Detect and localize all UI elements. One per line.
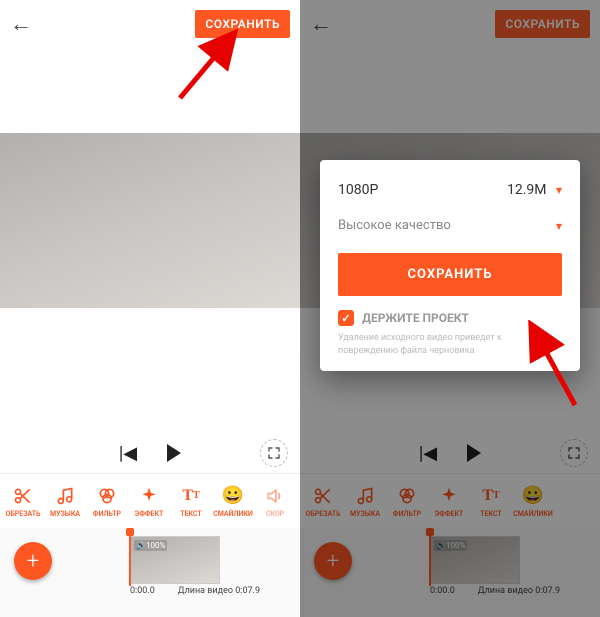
resolution-row[interactable]: 1080P 12.9M ▾ — [338, 182, 562, 198]
keep-project-label: ДЕРЖИТЕ ПРОЕКТ — [362, 311, 469, 325]
tool-filter[interactable]: ФИЛЬТР — [86, 485, 128, 518]
editor-screen-save-dialog: ← СОХРАНИТЬ |◀ ОБРЕЗАТЬ МУ — [300, 0, 600, 617]
tool-trim[interactable]: ОБРЕЗАТЬ — [2, 485, 44, 518]
tool-text[interactable]: TT ТЕКСТ — [170, 485, 212, 518]
scissors-icon — [12, 485, 34, 507]
resolution-value: 1080P — [338, 182, 378, 198]
tool-label: ОБРЕЗАТЬ — [306, 510, 341, 518]
add-clip-button: + — [314, 542, 352, 580]
video-clip[interactable]: 🔊100% — [130, 536, 220, 584]
tool-label: СМАЙЛИКИ — [513, 510, 553, 518]
tool-label: МУЗЫКА — [350, 510, 380, 518]
time-labels: 0:00.0 Длина видео 0:07.9 — [430, 586, 560, 596]
playback-controls: |◀ — [0, 433, 300, 473]
tool-music: МУЗЫКА — [344, 485, 386, 518]
tool-label: ЭФФЕКТ — [435, 510, 464, 518]
video-preview[interactable] — [0, 133, 300, 308]
tool-emoji[interactable]: 😀 СМАЙЛИКИ — [212, 485, 254, 518]
playhead — [429, 532, 431, 586]
tool-effect: ЭФФЕКТ — [428, 485, 470, 518]
timeline: + 🔊100% 0:00.0 Длина видео 0:07.9 — [300, 528, 600, 617]
play-icon — [467, 444, 481, 462]
play-icon[interactable] — [167, 444, 181, 462]
save-button[interactable]: СОХРАНИТЬ — [495, 10, 590, 38]
clip-volume-badge: 🔊100% — [434, 540, 467, 551]
annotation-arrow — [170, 28, 250, 108]
fullscreen-icon[interactable] — [260, 439, 288, 467]
playhead[interactable] — [129, 532, 131, 586]
tool-strip: ОБРЕЗАТЬ МУЗЫКА ФИЛЬТР ЭФФЕКТ — [300, 473, 600, 528]
tool-strip: ОБРЕЗАТЬ МУЗЫКА ФИЛЬТР ЭФФЕКТ — [0, 473, 300, 528]
timeline[interactable]: + 🔊100% 0:00.0 Длина видео 0:07.9 — [0, 528, 300, 617]
time-start: 0:00.0 — [130, 586, 155, 596]
sparkle-icon — [438, 485, 460, 507]
checkbox-checked-icon[interactable]: ✓ — [338, 310, 354, 326]
dropdown-caret-icon: ▾ — [556, 183, 562, 197]
tool-effect[interactable]: ЭФФЕКТ — [128, 485, 170, 518]
back-arrow-icon[interactable]: ← — [10, 11, 32, 37]
tool-text: TT ТЕКСТ — [470, 485, 512, 518]
dialog-save-button[interactable]: СОХРАНИТЬ — [338, 253, 562, 296]
tool-label: ЭФФЕКТ — [135, 510, 164, 518]
tool-label: ФИЛЬТР — [93, 510, 121, 518]
text-icon: TT — [180, 485, 202, 507]
fullscreen-icon — [560, 439, 588, 467]
video-clip: 🔊100% — [430, 536, 520, 584]
tool-label: ОБРЕЗАТЬ — [6, 510, 41, 518]
tool-label: ТЕКСТ — [180, 510, 201, 518]
filesize-value: 12.9M — [507, 182, 547, 198]
duration-label: Длина видео 0:07.9 — [178, 586, 260, 596]
skip-previous-icon: |◀ — [419, 443, 437, 464]
tool-emoji: 😀 СМАЙЛИКИ — [512, 485, 554, 518]
music-note-icon — [54, 485, 76, 507]
tool-trim: ОБРЕЗАТЬ — [302, 485, 344, 518]
filter-icon — [396, 485, 418, 507]
quality-row[interactable]: Высокое качество ▾ — [338, 218, 562, 233]
top-bar: ← СОХРАНИТЬ — [300, 0, 600, 48]
annotation-arrow — [515, 320, 595, 410]
tool-label: СКОР — [266, 510, 284, 518]
filter-icon — [96, 485, 118, 507]
quality-value: Высокое качество — [338, 218, 451, 233]
clip-volume-badge: 🔊100% — [134, 540, 167, 551]
back-arrow-icon[interactable]: ← — [310, 11, 332, 37]
dropdown-caret-icon: ▾ — [556, 219, 562, 233]
tool-speed[interactable]: СКОР — [254, 485, 296, 518]
sparkle-icon — [138, 485, 160, 507]
scissors-icon — [312, 485, 334, 507]
tool-music[interactable]: МУЗЫКА — [44, 485, 86, 518]
time-start: 0:00.0 — [430, 586, 455, 596]
add-clip-button[interactable]: + — [14, 542, 52, 580]
music-note-icon — [354, 485, 376, 507]
tool-filter: ФИЛЬТР — [386, 485, 428, 518]
emoji-icon: 😀 — [222, 485, 244, 507]
emoji-icon: 😀 — [522, 485, 544, 507]
text-icon: TT — [480, 485, 502, 507]
top-bar: ← СОХРАНИТЬ — [0, 0, 300, 48]
time-labels: 0:00.0 Длина видео 0:07.9 — [130, 586, 260, 596]
editor-screen-before: ← СОХРАНИТЬ |◀ ОБРЕЗАТЬ МУ — [0, 0, 300, 617]
tool-label: СМАЙЛИКИ — [213, 510, 253, 518]
tool-label: ФИЛЬТР — [393, 510, 421, 518]
tool-label: МУЗЫКА — [50, 510, 80, 518]
playback-controls: |◀ — [300, 433, 600, 473]
volume-icon — [264, 485, 286, 507]
duration-label: Длина видео 0:07.9 — [478, 586, 560, 596]
tool-label: ТЕКСТ — [480, 510, 501, 518]
skip-previous-icon[interactable]: |◀ — [119, 443, 137, 464]
